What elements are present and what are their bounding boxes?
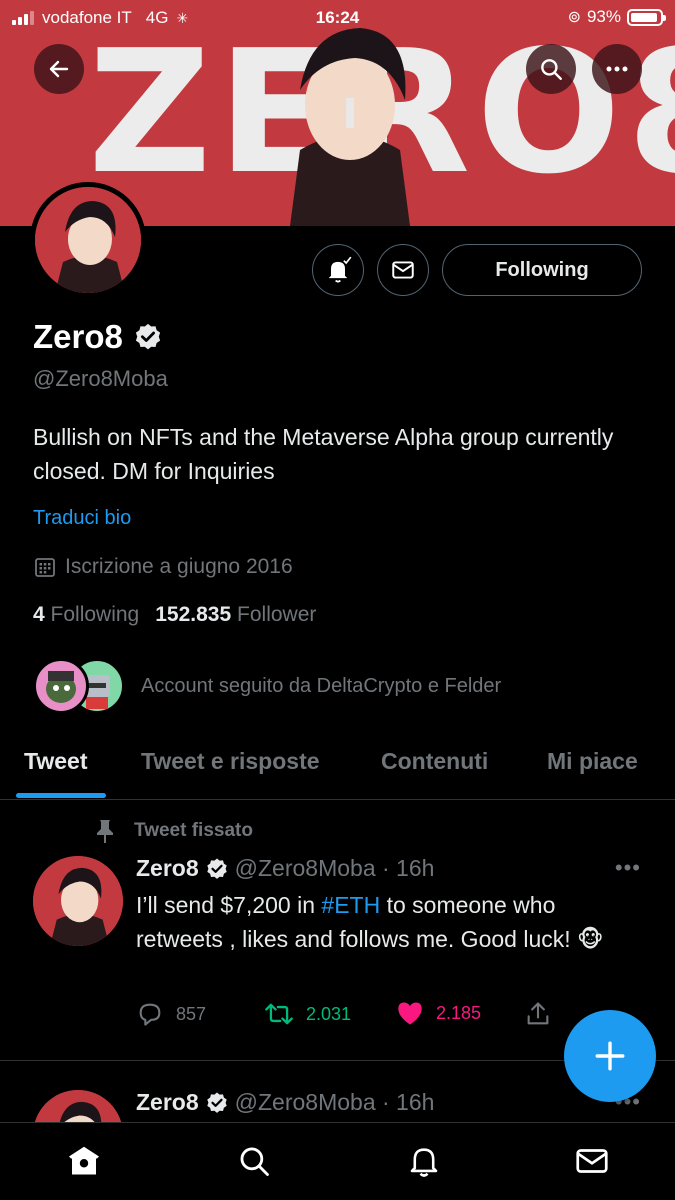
calendar-icon xyxy=(35,558,55,577)
following-button[interactable]: Following xyxy=(442,244,642,296)
heart-icon xyxy=(398,1002,422,1025)
back-button[interactable] xyxy=(34,44,84,94)
followers-link[interactable]: 152.835 Follower xyxy=(155,603,316,627)
followers-count: 152.835 xyxy=(155,603,232,626)
search-icon xyxy=(240,1147,269,1176)
banner-character-illustration xyxy=(290,28,410,226)
verified-badge-icon xyxy=(206,1092,227,1113)
profile-name: Zero8 xyxy=(33,318,123,355)
tweet-text-part-1: I’ll send $7,200 in xyxy=(136,892,322,918)
tweet-header: Zero8 @Zero8Moba · 16h xyxy=(136,1089,434,1116)
hashtag-link[interactable]: #ETH xyxy=(321,892,380,918)
retweet-count: 2.031 xyxy=(306,1003,352,1024)
bottom-navigation xyxy=(0,1122,675,1200)
like-count: 2.185 xyxy=(436,1002,482,1023)
battery-percent: 93% xyxy=(586,7,621,26)
followed-by-avatars xyxy=(33,658,127,714)
tweet-actions: 857 2.031 2.185 xyxy=(136,998,566,1032)
tweet-author-name[interactable]: Zero8 xyxy=(136,1089,199,1116)
retweet-icon xyxy=(265,1003,293,1025)
bell-icon xyxy=(410,1148,438,1177)
mail-icon xyxy=(392,261,414,279)
followers-label: Follower xyxy=(237,603,317,626)
join-date: Iscrizione a giugno 2016 xyxy=(33,555,293,579)
arrow-left-icon xyxy=(49,60,69,78)
translate-bio-link[interactable]: Traduci bio xyxy=(33,507,131,530)
verified-badge-icon xyxy=(206,858,227,879)
tweet-handle-time: @Zero8Moba · 16h xyxy=(234,1089,435,1115)
more-icon xyxy=(606,66,628,72)
mail-icon xyxy=(576,1149,608,1173)
tab-tweet[interactable]: Tweet xyxy=(24,748,87,775)
reply-count: 857 xyxy=(176,1003,207,1024)
verified-badge-icon xyxy=(135,323,160,350)
pinned-label: Tweet fissato xyxy=(94,818,253,844)
nav-notifications[interactable] xyxy=(402,1139,446,1183)
follow-stats: 4 Following 152.835 Follower xyxy=(33,603,316,627)
share-icon xyxy=(527,1002,549,1025)
home-icon xyxy=(69,1146,99,1175)
following-label: Following xyxy=(50,603,140,626)
reply-button[interactable]: 857 xyxy=(136,1000,206,1028)
profile-avatar[interactable] xyxy=(30,182,146,298)
retweet-button[interactable]: 2.031 xyxy=(264,1000,351,1028)
share-button[interactable] xyxy=(524,1000,552,1028)
pin-icon xyxy=(97,820,113,843)
notifications-toggle-button[interactable] xyxy=(312,244,364,296)
tab-mi-piace[interactable]: Mi piace xyxy=(547,748,638,775)
following-link[interactable]: 4 Following xyxy=(33,603,139,627)
orientation-lock-icon: ⊚ xyxy=(567,9,581,26)
pinned-text: Tweet fissato xyxy=(134,820,253,841)
tweet-author-name[interactable]: Zero8 xyxy=(136,855,199,882)
search-button[interactable] xyxy=(526,44,576,94)
nav-home[interactable] xyxy=(62,1139,106,1183)
tweet-avatar[interactable] xyxy=(33,856,123,946)
tweet-text: I’ll send $7,200 in #ETH to someone who … xyxy=(136,888,646,956)
profile-handle: @Zero8Moba xyxy=(33,366,168,391)
followed-by-text: Account seguito da DeltaCrypto e Felder xyxy=(141,674,502,697)
mini-avatar-deltacrypto xyxy=(33,658,89,714)
tweet-handle-time: @Zero8Moba · 16h xyxy=(234,855,435,881)
tab-contenuti[interactable]: Contenuti xyxy=(381,748,488,775)
plus-icon xyxy=(595,1041,625,1071)
join-date-text: Iscrizione a giugno 2016 xyxy=(65,555,293,578)
bell-check-icon xyxy=(328,256,352,283)
tab-tweet-e-risposte[interactable]: Tweet e risposte xyxy=(141,748,320,775)
battery-icon xyxy=(627,8,666,26)
tweet-header: Zero8 @Zero8Moba · 16h xyxy=(136,855,434,882)
profile-name-row: Zero8 xyxy=(33,318,163,356)
avatar-illustration xyxy=(35,187,141,293)
nav-messages[interactable] xyxy=(570,1139,614,1183)
like-button[interactable]: 2.185 xyxy=(396,1000,481,1026)
profile-bio: Bullish on NFTs and the Metaverse Alpha … xyxy=(33,424,614,484)
following-count: 4 xyxy=(33,603,45,626)
active-tab-indicator xyxy=(16,793,106,798)
message-button[interactable] xyxy=(377,244,429,296)
reply-icon xyxy=(139,1003,161,1026)
followed-by-row[interactable]: Account seguito da DeltaCrypto e Felder xyxy=(33,658,501,714)
compose-tweet-button[interactable] xyxy=(564,1010,656,1102)
profile-tabs: Tweet Tweet e risposte Contenuti Mi piac… xyxy=(0,738,675,800)
status-bar: vodafone IT 4G ✳ 16:24 ⊚ 93% xyxy=(0,0,675,36)
nav-search[interactable] xyxy=(232,1139,276,1183)
more-button[interactable] xyxy=(592,44,642,94)
tweet-more-button[interactable]: ••• xyxy=(615,855,641,881)
search-icon xyxy=(541,59,562,80)
